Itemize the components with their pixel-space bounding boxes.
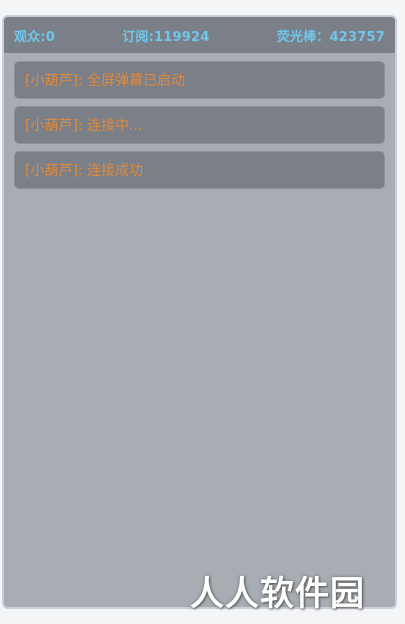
subscription-count: 订阅:119924 [122,29,210,45]
danmaku-window: 观众:0 订阅:119924 荧光棒：423757 [小葫芦]: 全屏弹幕已启动… [2,15,397,609]
stats-header: 观众:0 订阅:119924 荧光棒：423757 [4,17,395,53]
message-text: [小葫芦]: 连接中... [25,118,143,134]
watermark: 人人软件园 [190,574,365,614]
viewer-count: 观众:0 [14,29,56,45]
list-item: [小葫芦]: 全屏弹幕已启动 [14,61,385,99]
list-item: [小葫芦]: 连接中... [14,106,385,144]
message-text: [小葫芦]: 全屏弹幕已启动 [25,73,186,89]
message-text: [小葫芦]: 连接成功 [25,163,144,179]
list-item: [小葫芦]: 连接成功 [14,151,385,189]
glowstick-count: 荧光棒：423757 [276,29,385,45]
message-list: [小葫芦]: 全屏弹幕已启动 [小葫芦]: 连接中... [小葫芦]: 连接成功 [4,53,395,189]
